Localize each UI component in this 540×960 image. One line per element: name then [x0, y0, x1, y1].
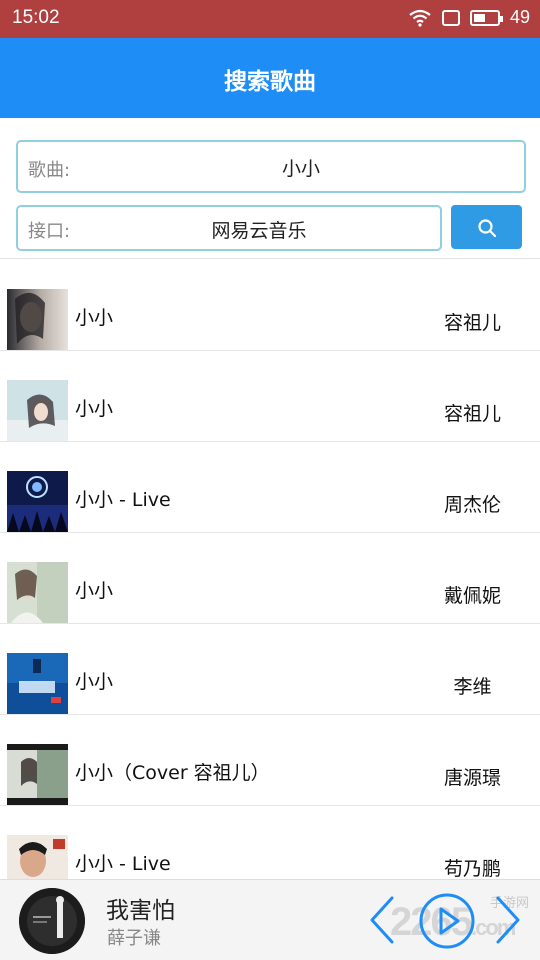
- album-art: [7, 744, 68, 805]
- app-bar: 搜索歌曲: [0, 38, 540, 118]
- wifi-icon: [409, 9, 431, 27]
- status-icons: 49: [408, 7, 530, 28]
- search-icon: [478, 219, 497, 238]
- song-row[interactable]: 小小 容祖儿: [0, 351, 540, 442]
- song-row[interactable]: 小小 李维: [0, 624, 540, 715]
- mini-player[interactable]: 我害怕 薛子谦 2265.com 手游网: [0, 879, 540, 960]
- api-value: 网易云音乐: [211, 220, 307, 242]
- song-row[interactable]: 小小（Cover 容祖儿） 唐源璟: [0, 715, 540, 806]
- song-title: 小小: [75, 671, 114, 693]
- album-art: [7, 471, 68, 532]
- song-artist: 苟乃鹏: [443, 858, 501, 880]
- battery-level: 49: [509, 7, 530, 27]
- song-title: 小小 - Live: [75, 853, 171, 875]
- song-title: 小小（Cover 容祖儿）: [75, 762, 270, 784]
- song-search-label: 歌曲:: [28, 160, 71, 181]
- player-cover[interactable]: [19, 888, 85, 954]
- album-art: [7, 380, 68, 441]
- play-button[interactable]: [418, 892, 476, 950]
- chevron-right-icon: [496, 896, 520, 944]
- api-select[interactable]: 接口: 网易云音乐: [16, 205, 442, 251]
- song-artist: 容祖儿: [443, 312, 501, 334]
- status-time: 15:02: [12, 7, 60, 28]
- song-row[interactable]: 小小 戴佩妮: [0, 533, 540, 624]
- battery-icon: [469, 9, 503, 26]
- song-title: 小小 - Live: [75, 489, 171, 511]
- previous-button[interactable]: [364, 892, 400, 948]
- divider: [0, 258, 540, 259]
- album-art: [7, 653, 68, 714]
- song-artist: 戴佩妮: [443, 585, 501, 607]
- song-row[interactable]: 小小 - Live 周杰伦: [0, 442, 540, 533]
- song-row[interactable]: 小小 容祖儿: [0, 260, 540, 351]
- search-button[interactable]: [451, 205, 522, 249]
- song-title: 小小: [75, 307, 114, 329]
- song-title: 小小: [75, 580, 114, 602]
- play-icon: [419, 893, 475, 949]
- song-artist: 容祖儿: [443, 403, 501, 425]
- song-artist: 周杰伦: [443, 494, 501, 516]
- player-song-artist: 薛子谦: [107, 928, 161, 949]
- api-label: 接口:: [28, 221, 71, 242]
- song-search-field[interactable]: 歌曲:: [16, 140, 526, 193]
- album-art: [7, 562, 68, 623]
- next-button[interactable]: [490, 892, 526, 948]
- song-artist: 李维: [453, 676, 492, 698]
- status-bar: 15:02 49: [0, 0, 540, 38]
- song-search-input[interactable]: [88, 154, 514, 180]
- screen-icon: [441, 9, 460, 26]
- chevron-left-icon: [370, 896, 394, 944]
- player-song-title: 我害怕: [106, 898, 175, 924]
- song-title: 小小: [75, 398, 114, 420]
- song-artist: 唐源璟: [443, 767, 501, 789]
- page-title: 搜索歌曲: [224, 69, 316, 95]
- album-art: [7, 289, 68, 350]
